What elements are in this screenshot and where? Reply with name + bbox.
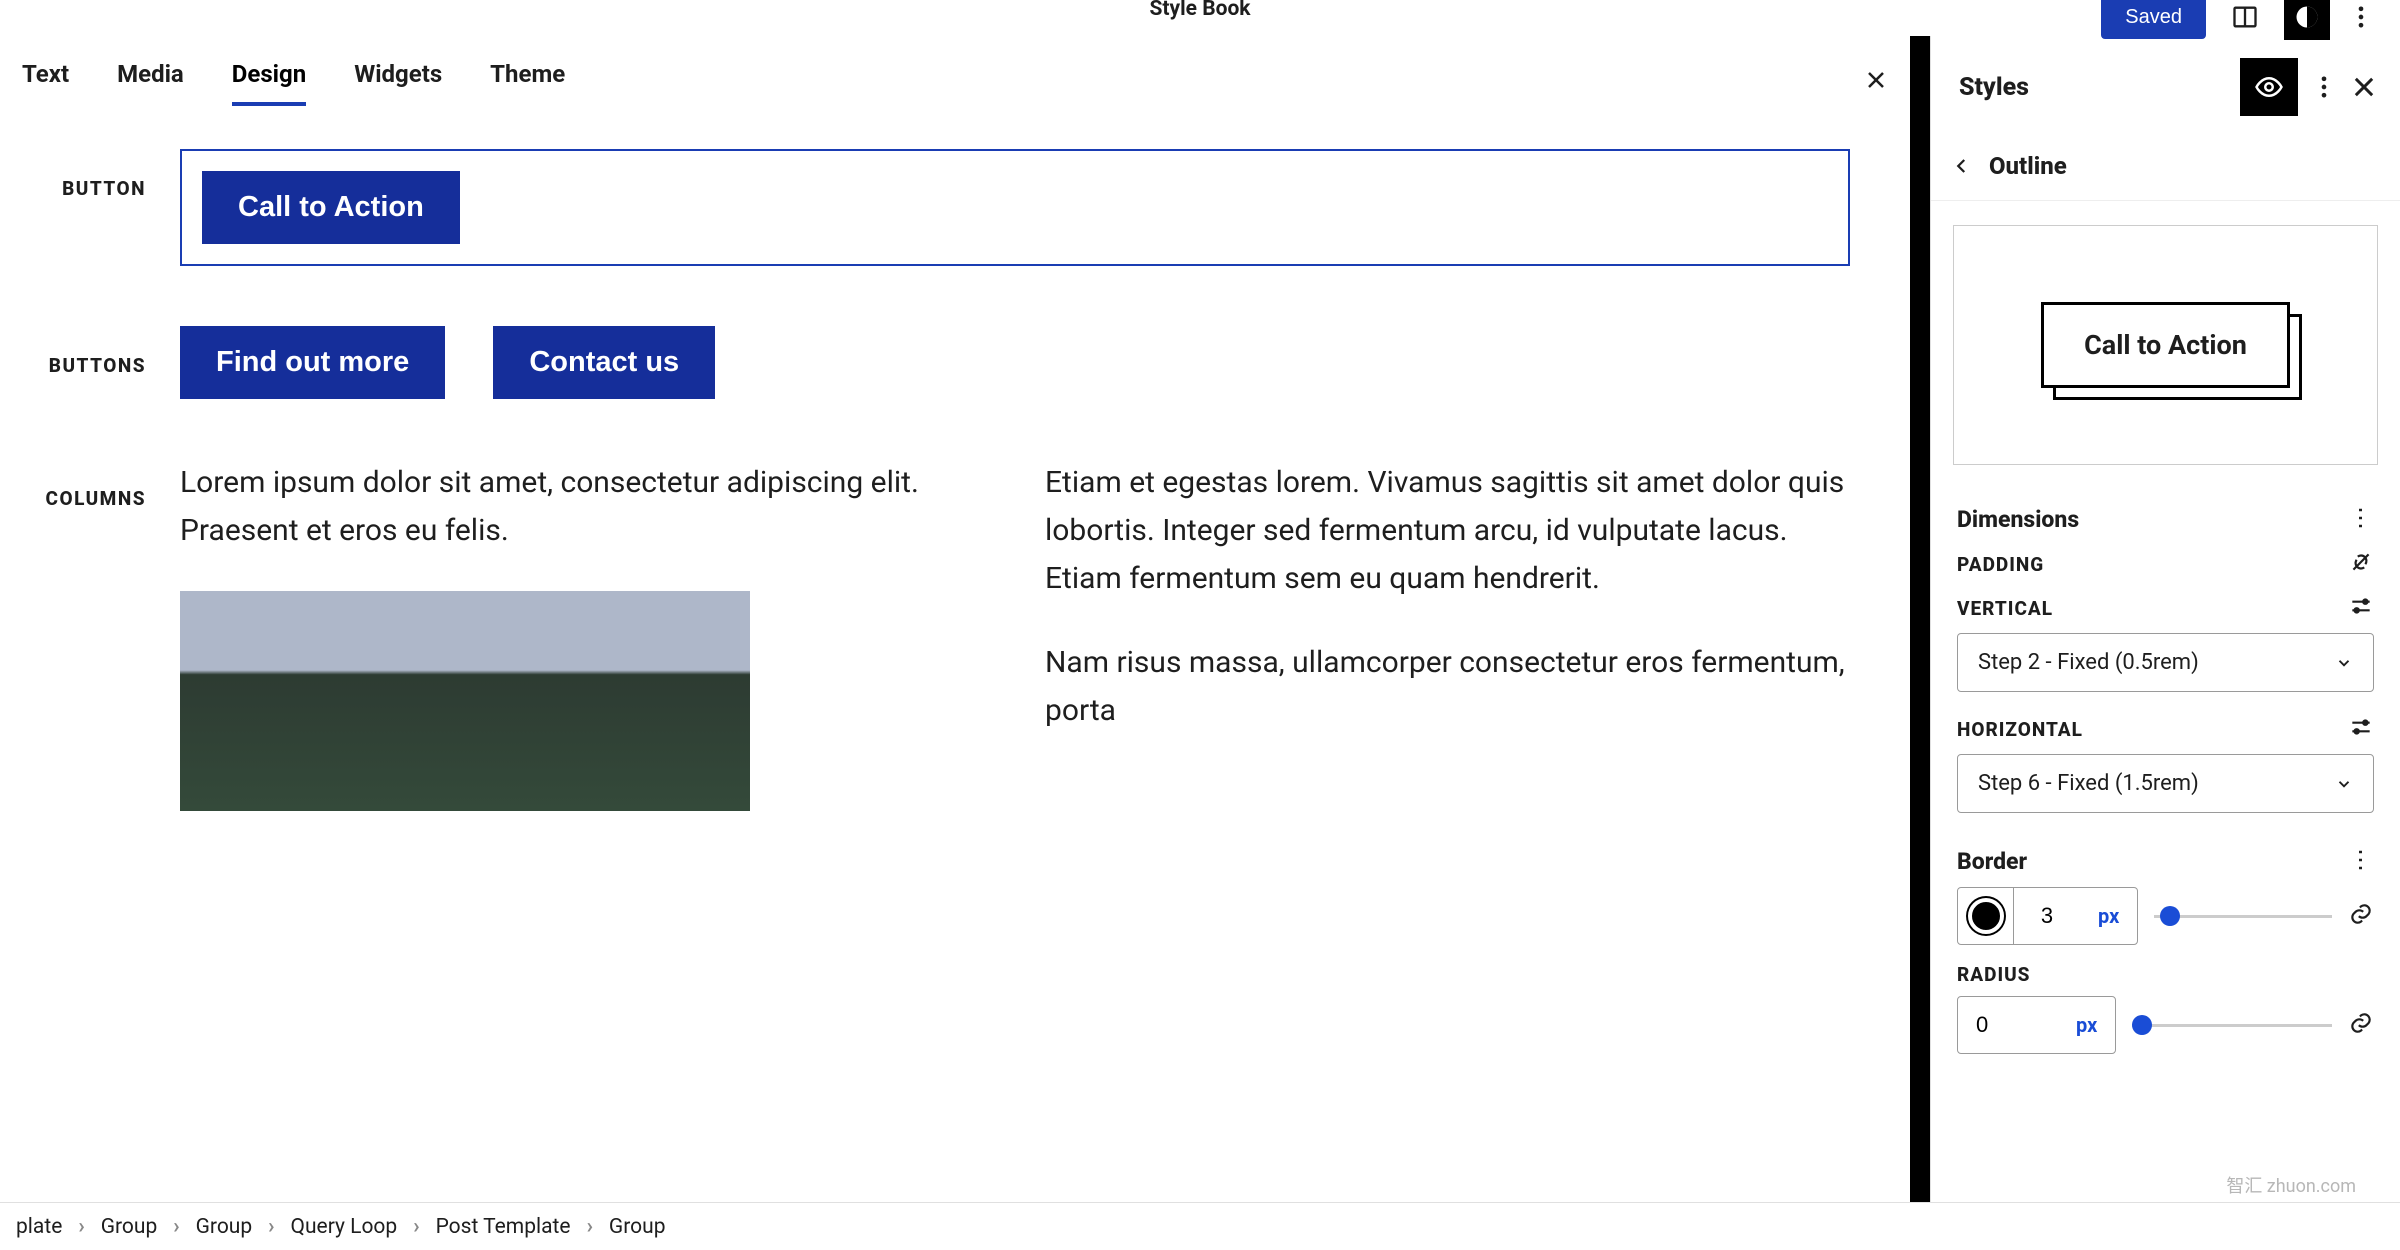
link-radius-icon[interactable] xyxy=(2348,1010,2374,1040)
image-placeholder xyxy=(180,591,750,811)
style-preview: Call to Action xyxy=(1953,225,2378,465)
breadcrumb-item[interactable]: Post Template xyxy=(436,1215,571,1239)
border-more-icon[interactable]: ⋯ xyxy=(2347,848,2375,874)
border-heading: Border xyxy=(1957,848,2027,875)
findout-button[interactable]: Find out more xyxy=(180,326,445,399)
contrast-button[interactable] xyxy=(2284,0,2330,40)
tab-theme[interactable]: Theme xyxy=(490,60,565,106)
horizontal-select[interactable]: Step 6 - Fixed (1.5rem) xyxy=(1957,754,2374,813)
chevron-right-icon: › xyxy=(268,1215,274,1239)
settings-icon-2[interactable] xyxy=(2348,714,2374,744)
horizontal-value: Step 6 - Fixed (1.5rem) xyxy=(1978,771,2199,796)
contact-button[interactable]: Contact us xyxy=(493,326,715,399)
horizontal-label: HORIZONTAL xyxy=(1957,718,2083,741)
settings-icon[interactable] xyxy=(2348,593,2374,623)
breadcrumb-item[interactable]: Group xyxy=(196,1215,253,1239)
vertical-label: VERTICAL xyxy=(1957,597,2053,620)
close-sidepanel-button[interactable] xyxy=(2350,64,2378,110)
stylebook-toggle-button[interactable] xyxy=(2240,58,2298,116)
breadcrumb: plate › Group › Group › Query Loop › Pos… xyxy=(0,1202,2400,1250)
radius-slider[interactable] xyxy=(2132,1024,2332,1027)
border-width-slider[interactable] xyxy=(2154,915,2332,918)
radius-label: RADIUS xyxy=(1957,963,2030,986)
dimensions-more-icon[interactable]: ⋯ xyxy=(2347,506,2375,532)
vertical-select[interactable]: Step 2 - Fixed (0.5rem) xyxy=(1957,633,2374,692)
watermark: 智汇 zhuon.com xyxy=(2226,1172,2356,1198)
tab-media[interactable]: Media xyxy=(117,60,184,106)
vertical-value: Step 2 - Fixed (0.5rem) xyxy=(1978,650,2199,675)
close-stylebook-button[interactable] xyxy=(1864,68,1888,99)
back-label: Outline xyxy=(1989,152,2067,180)
stylebook-tabs: Text Media Design Widgets Theme xyxy=(0,36,1910,119)
breadcrumb-item[interactable]: plate xyxy=(16,1215,62,1239)
border-width-input[interactable] xyxy=(2014,903,2080,929)
button-block[interactable]: Call to Action xyxy=(180,149,1850,266)
border-width-control[interactable]: px xyxy=(1957,887,2138,945)
radius-input[interactable] xyxy=(1958,1012,2058,1038)
chevron-right-icon: › xyxy=(78,1215,84,1239)
dimensions-heading: Dimensions xyxy=(1957,506,2079,533)
section-label-button: BUTTON xyxy=(20,149,180,200)
col1-text: Lorem ipsum dolor sit amet, consectetur … xyxy=(180,459,985,555)
border-color-swatch[interactable] xyxy=(1958,888,2014,944)
preview-cta-label: Call to Action xyxy=(2041,302,2290,388)
sidepanel-more-button[interactable] xyxy=(2310,64,2338,110)
buttons-block[interactable]: Find out more Contact us xyxy=(180,326,1850,399)
column-left: Lorem ipsum dolor sit amet, consectetur … xyxy=(180,459,985,811)
section-label-buttons: BUTTONS xyxy=(20,326,180,377)
column-right: Etiam et egestas lorem. Vivamus sagittis… xyxy=(1045,459,1850,811)
saved-button[interactable]: Saved xyxy=(2101,0,2206,39)
radius-control[interactable]: px xyxy=(1957,996,2116,1054)
chevron-right-icon: › xyxy=(173,1215,179,1239)
chevron-right-icon: › xyxy=(413,1215,419,1239)
back-nav[interactable]: Outline xyxy=(1931,138,2400,201)
cta-button[interactable]: Call to Action xyxy=(202,171,460,244)
link-border-icon[interactable] xyxy=(2348,901,2374,931)
breadcrumb-item[interactable]: Query Loop xyxy=(291,1215,398,1239)
view-toggle-button[interactable] xyxy=(2222,0,2268,40)
section-label-columns: COLUMNS xyxy=(20,459,180,510)
tab-widgets[interactable]: Widgets xyxy=(354,60,442,106)
chevron-right-icon: › xyxy=(587,1215,593,1239)
breadcrumb-item[interactable]: Group xyxy=(101,1215,158,1239)
radius-unit[interactable]: px xyxy=(2058,1013,2115,1037)
more-menu-button[interactable] xyxy=(2346,0,2376,40)
unlink-padding-icon[interactable] xyxy=(2348,549,2374,579)
columns-block[interactable]: Lorem ipsum dolor sit amet, consectetur … xyxy=(180,459,1850,811)
col2-text1: Etiam et egestas lorem. Vivamus sagittis… xyxy=(1045,459,1850,603)
padding-label: PADDING xyxy=(1957,553,2044,576)
col2-text2: Nam risus massa, ullamcorper consectetur… xyxy=(1045,639,1850,735)
page-title: Style Book xyxy=(1149,0,1250,21)
sidepanel-title: Styles xyxy=(1959,73,2228,102)
tab-text[interactable]: Text xyxy=(22,60,69,106)
border-unit[interactable]: px xyxy=(2080,904,2137,928)
tab-design[interactable]: Design xyxy=(232,60,306,106)
breadcrumb-item[interactable]: Group xyxy=(609,1215,666,1239)
